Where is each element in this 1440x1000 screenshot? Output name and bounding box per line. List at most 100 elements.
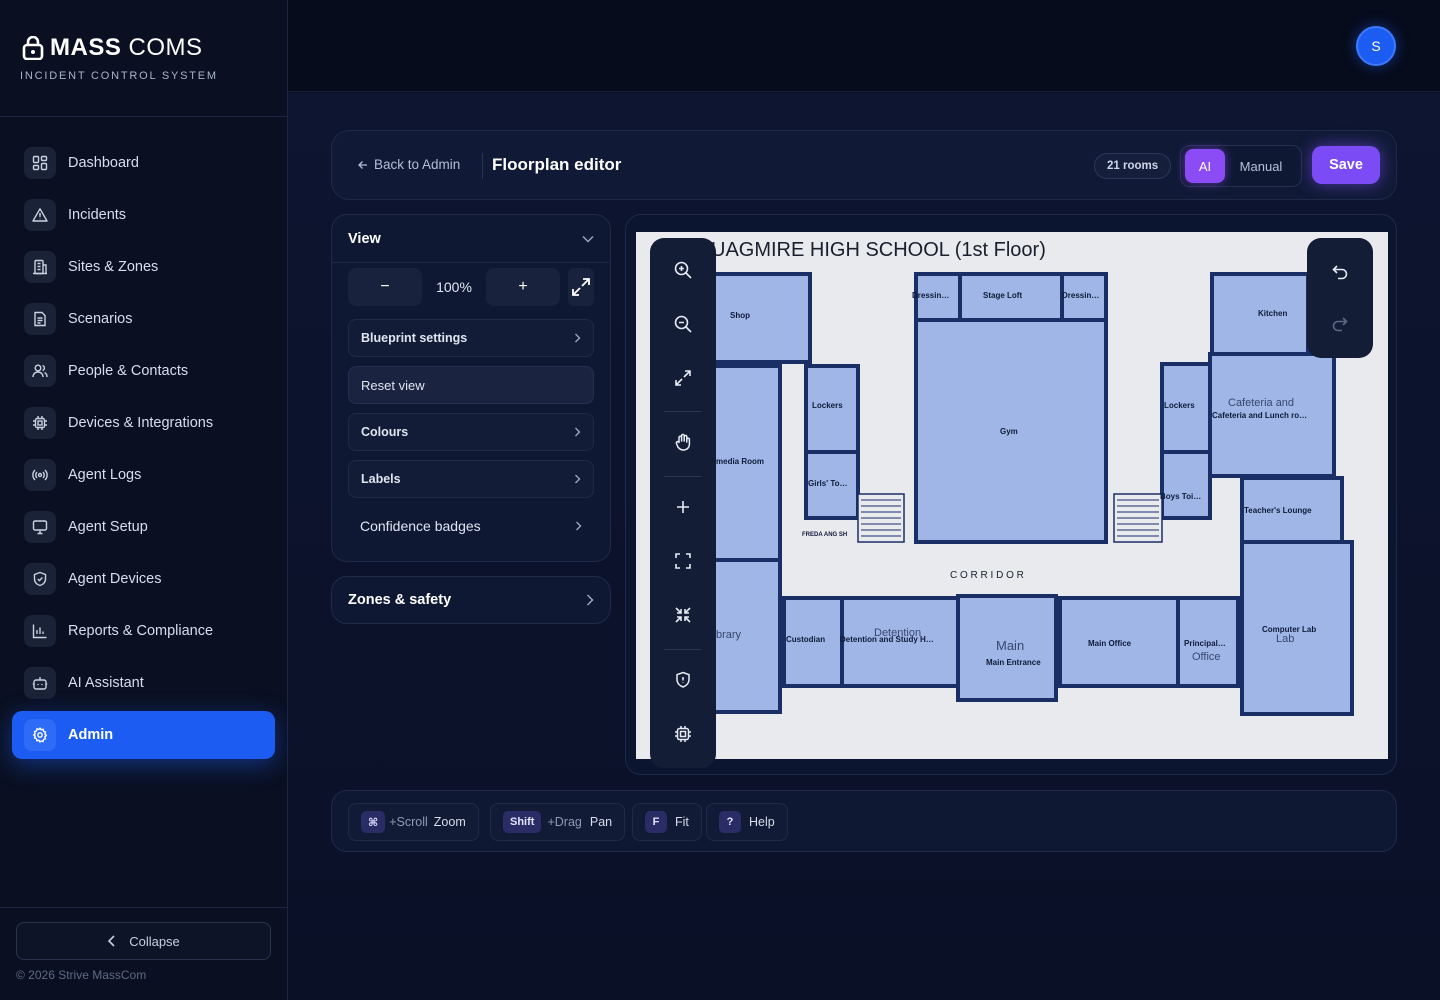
sidebar-item-agent-setup[interactable]: Agent Setup (12, 503, 275, 551)
select-area-tool[interactable] (663, 541, 703, 581)
zoom-out-tool[interactable] (663, 304, 703, 344)
label-principal: Principal… (1184, 639, 1226, 648)
back-to-admin-link[interactable]: Back to Admin (358, 157, 460, 172)
sidebar-item-label: Agent Logs (68, 467, 142, 483)
shortcut-action: Fit (675, 815, 689, 829)
sidebar-item-dashboard[interactable]: Dashboard (12, 139, 275, 187)
room-shop[interactable] (712, 272, 812, 364)
warning-icon (24, 199, 56, 231)
sidebar-item-admin[interactable]: Admin (12, 711, 275, 759)
shortcut-pan: Shift +Drag Pan (490, 803, 626, 841)
floorplan-title: UAGMIRE HIGH SCHOOL (1st Floor) (711, 239, 1046, 261)
sidebar: MASS COMS INCIDENT CONTROL SYSTEM Dashbo… (0, 0, 288, 1000)
mode-manual-button[interactable]: Manual (1225, 159, 1297, 174)
colours-row[interactable]: Colours (348, 413, 594, 451)
shortcut-key: Shift (503, 811, 542, 833)
avatar[interactable]: S (1356, 26, 1396, 66)
sidebar-item-label: Agent Setup (68, 519, 148, 535)
monitor-icon (24, 511, 56, 543)
chevron-right-icon (586, 594, 594, 606)
blueprint-settings-row[interactable]: Blueprint settings (348, 319, 594, 357)
sidebar-item-devices[interactable]: Devices & Integrations (12, 399, 275, 447)
label-media-room: media Room (716, 457, 764, 466)
editor-header: Back to Admin Floorplan editor 21 rooms … (331, 130, 1397, 200)
sidebar-item-incidents[interactable]: Incidents (12, 191, 275, 239)
option-label: Colours (361, 425, 409, 439)
add-room-tool[interactable] (663, 487, 703, 527)
back-label: Back to Admin (374, 157, 461, 172)
save-button[interactable]: Save (1312, 146, 1380, 184)
floorplan-canvas[interactable]: UAGMIRE HIGH SCHOOL (1st Floor) C O R R … (636, 232, 1388, 759)
collapse-button[interactable]: Collapse (16, 922, 271, 960)
brand-logo[interactable]: MASS COMS INCIDENT CONTROL SYSTEM (20, 34, 218, 82)
labels-row[interactable]: Labels (348, 460, 594, 498)
label-dressing-left: Dressin… (912, 291, 949, 300)
label-main-office: Main Office (1088, 639, 1132, 648)
sidebar-item-agent-devices[interactable]: Agent Devices (12, 555, 275, 603)
view-panel-header[interactable]: View (332, 215, 610, 263)
lock-icon (22, 36, 44, 60)
shrink-icon (674, 606, 692, 624)
sidebar-item-ai-assistant[interactable]: AI Assistant (12, 659, 275, 707)
zoom-in-tool[interactable] (663, 250, 703, 290)
undo-button[interactable] (1320, 252, 1360, 292)
shortcut-action: Zoom (433, 815, 466, 829)
room-boys-toilet[interactable] (1160, 450, 1212, 520)
print-library: brary (716, 629, 742, 641)
copyright: © 2026 Strive MassCom (16, 968, 147, 982)
sidebar-item-label: People & Contacts (68, 363, 189, 379)
zoom-in-button[interactable]: + (486, 268, 560, 306)
chevron-right-icon (575, 521, 582, 531)
hand-icon (673, 432, 693, 452)
chevron-right-icon (574, 333, 581, 343)
option-label: Reset view (361, 377, 425, 393)
mode-toggle: AI Manual (1180, 145, 1302, 187)
shortcut-help[interactable]: ? Help (706, 803, 788, 841)
reset-view-button[interactable]: Reset view (348, 366, 594, 404)
divider (482, 153, 483, 179)
people-icon (24, 355, 56, 387)
chevron-right-icon (574, 427, 581, 437)
device-tool[interactable] (663, 714, 703, 754)
redo-button[interactable] (1320, 304, 1360, 344)
label-shop: Shop (730, 311, 750, 320)
topbar: S (288, 0, 1440, 92)
label-main-entrance: Main Entrance (986, 658, 1041, 667)
print-principal-office: Office (1192, 651, 1221, 663)
label-kitchen: Kitchen (1258, 309, 1287, 318)
sidebar-item-label: Sites & Zones (68, 259, 159, 275)
fullscreen-button[interactable] (568, 268, 594, 306)
label-cafeteria: Cafeteria and Lunch ro… (1212, 411, 1307, 420)
sidebar-item-label: Reports & Compliance (68, 623, 214, 639)
zoom-out-button[interactable]: − (348, 268, 422, 306)
sidebar-item-sites-zones[interactable]: Sites & Zones (12, 243, 275, 291)
zoom-controls: − 100% + (348, 267, 594, 307)
zones-safety-panel[interactable]: Zones & safety (331, 576, 611, 624)
divider (664, 411, 702, 412)
zoom-in-icon (673, 260, 693, 280)
divider (664, 649, 702, 650)
keyboard-shortcuts-bar: ⌘ +Scroll Zoom Shift +Drag Pan F Fit ? H… (331, 790, 1397, 852)
dashboard-icon (24, 147, 56, 179)
chevron-right-icon (574, 474, 581, 484)
main-content: Back to Admin Floorplan editor 21 rooms … (288, 93, 1440, 1000)
shortcut-action: Pan (589, 815, 613, 829)
sidebar-item-people[interactable]: People & Contacts (12, 347, 275, 395)
fit-tool[interactable] (663, 358, 703, 398)
chevron-down-icon (582, 235, 594, 243)
option-label: Confidence badges (360, 518, 481, 534)
sidebar-item-reports[interactable]: Reports & Compliance (12, 607, 275, 655)
safety-zone-tool[interactable] (663, 660, 703, 700)
confidence-badges-row[interactable]: Confidence badges (348, 507, 594, 545)
mode-ai-button[interactable]: AI (1185, 149, 1225, 183)
option-label: Blueprint settings (361, 331, 468, 345)
brand-name: MASS COMS (50, 34, 203, 61)
label-lockers-left: Lockers (812, 401, 843, 410)
tool-rail (650, 238, 716, 768)
sidebar-item-label: Devices & Integrations (68, 415, 214, 431)
sidebar-item-agent-logs[interactable]: Agent Logs (12, 451, 275, 499)
sidebar-item-scenarios[interactable]: Scenarios (12, 295, 275, 343)
merge-tool[interactable] (663, 595, 703, 635)
print-computer-lab: Lab (1276, 633, 1294, 645)
pan-tool[interactable] (663, 422, 703, 462)
